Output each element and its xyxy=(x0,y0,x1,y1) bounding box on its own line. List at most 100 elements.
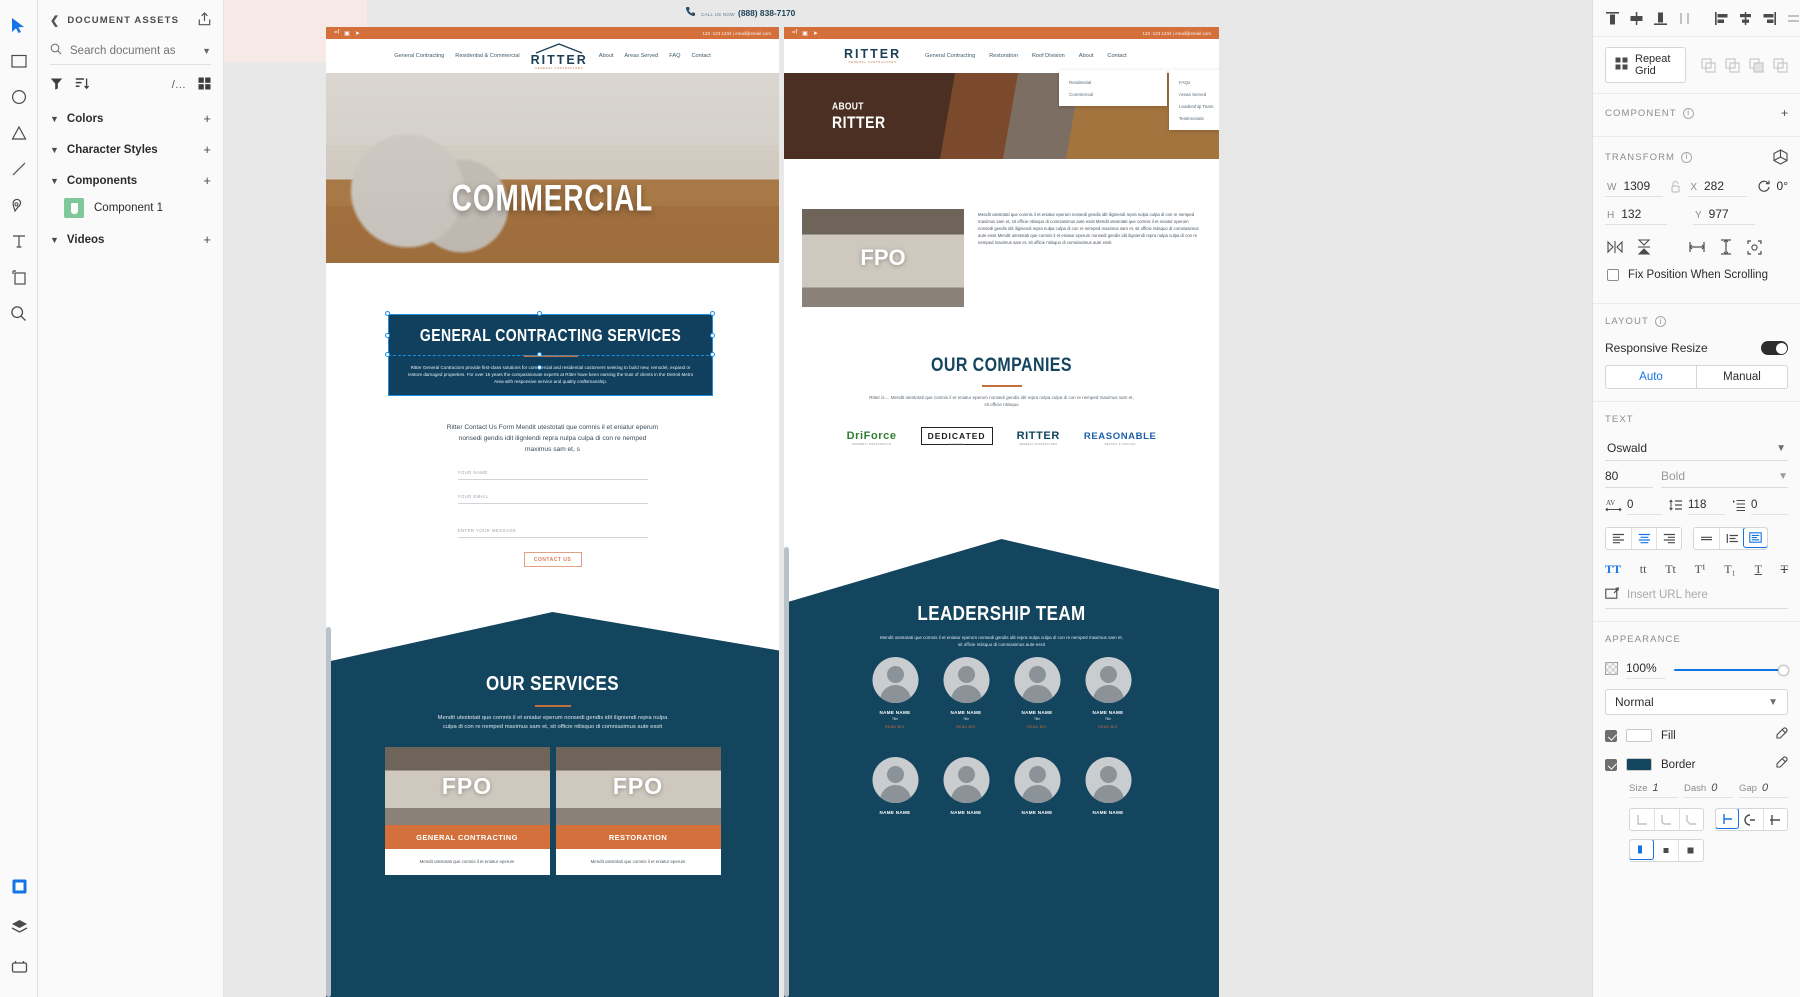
nav-areas-served[interactable]: Areas Served xyxy=(624,53,658,59)
facebook-icon[interactable]: =f xyxy=(792,30,797,36)
nav-residential-commercial[interactable]: Residential & Commercial xyxy=(455,53,519,59)
nav-about[interactable]: About xyxy=(1079,53,1094,59)
team-member[interactable]: NAME NAME xyxy=(931,757,1001,815)
add-component-button[interactable]: + xyxy=(1781,106,1788,120)
twitter-icon[interactable]: ➤ xyxy=(813,30,818,37)
view-mode-label[interactable]: /... xyxy=(172,79,186,91)
dropdown-item-residential[interactable]: Residential xyxy=(1059,76,1167,88)
border-gap-field[interactable]: Gap 0 xyxy=(1739,782,1788,798)
contact-us-button[interactable]: CONTACT US xyxy=(523,551,582,567)
search-input[interactable] xyxy=(70,44,180,57)
selection-handle-bl[interactable] xyxy=(385,352,390,357)
flip-horizontal-icon[interactable] xyxy=(1607,240,1623,254)
select-tool[interactable] xyxy=(4,10,34,40)
site1-logo[interactable]: RITTER GENERAL CONTRACTORS xyxy=(531,42,588,70)
underline-icon[interactable]: T xyxy=(1755,562,1762,577)
opacity-value[interactable]: 100% xyxy=(1626,661,1666,679)
nav-contact[interactable]: Contact xyxy=(1107,53,1126,59)
dropdown-item-faqs[interactable]: FAQs xyxy=(1169,76,1219,88)
field-your-name[interactable]: YOUR NAME xyxy=(457,456,648,480)
company-logo-driforce[interactable]: DriForce PROPERTY RESTORATION xyxy=(847,428,897,446)
text-tool[interactable] xyxy=(4,226,34,256)
nav-about[interactable]: About xyxy=(599,53,614,59)
auto-height-icon[interactable] xyxy=(1743,528,1767,548)
align-text-right-icon[interactable] xyxy=(1656,528,1681,549)
filter-icon[interactable] xyxy=(50,77,63,93)
bevel-join-icon[interactable] xyxy=(1678,809,1703,830)
blend-mode-select[interactable]: Normal ▼ xyxy=(1605,689,1788,715)
responsive-resize-toggle[interactable] xyxy=(1761,341,1788,355)
fill-checkbox[interactable] xyxy=(1605,729,1617,742)
grid-view-icon[interactable] xyxy=(198,77,211,93)
selection-handle-br[interactable] xyxy=(710,352,715,357)
artboard-1[interactable]: =f ▣ ➤ 123 -123 1234 | email@email.com G… xyxy=(326,27,779,997)
auto-width-icon[interactable] xyxy=(1719,528,1744,549)
border-dash-field[interactable]: Dash 0 xyxy=(1684,782,1733,798)
width-field[interactable]: W 1309 xyxy=(1605,175,1664,197)
add-character-style-button[interactable]: + xyxy=(203,143,211,156)
share-icon[interactable] xyxy=(198,12,211,29)
chevron-left-icon[interactable]: ❮ xyxy=(50,14,60,27)
selection-handle-ml[interactable] xyxy=(385,333,390,338)
facebook-icon[interactable]: =f xyxy=(334,30,339,36)
opacity-slider[interactable] xyxy=(1674,664,1789,676)
lowercase-icon[interactable]: tt xyxy=(1640,562,1647,577)
line-tool[interactable] xyxy=(4,154,34,184)
service-card[interactable]: FPO GENERAL CONTRACTING Mendit utestotat… xyxy=(384,747,550,876)
artboard-1-scrollbar[interactable] xyxy=(326,627,331,997)
align-text-center-icon[interactable] xyxy=(1631,528,1656,549)
team-member[interactable]: NAME NAME Title READ BIO xyxy=(860,657,930,729)
team-member[interactable]: NAME NAME xyxy=(1073,757,1143,815)
team-member[interactable]: NAME NAME xyxy=(1002,757,1072,815)
distribute-horizontal-icon[interactable] xyxy=(1786,11,1800,26)
border-inside-icon[interactable] xyxy=(1630,840,1654,860)
eyedropper-icon[interactable] xyxy=(1774,756,1788,773)
assets-panel-icon[interactable] xyxy=(4,871,34,901)
font-size-field[interactable]: 80 xyxy=(1605,469,1653,488)
distribute-vertical-icon[interactable] xyxy=(1677,11,1692,26)
butt-cap-icon[interactable] xyxy=(1715,809,1740,829)
align-vertical-center-icon[interactable] xyxy=(1629,11,1644,26)
pen-tool[interactable] xyxy=(4,190,34,220)
nav-restoration[interactable]: Restoration xyxy=(989,53,1018,59)
artboard-2[interactable]: =f ▣ ➤ 123 -123 1234 | email@email.com R… xyxy=(784,27,1219,997)
team-member[interactable]: NAME NAME xyxy=(860,757,930,815)
layout-mode-auto[interactable]: Auto xyxy=(1606,366,1696,388)
round-cap-icon[interactable] xyxy=(1738,809,1762,830)
sort-icon[interactable] xyxy=(75,77,90,93)
3d-transform-icon[interactable] xyxy=(1773,149,1788,165)
twitter-icon[interactable]: ➤ xyxy=(355,30,360,37)
instagram-icon[interactable]: ▣ xyxy=(344,30,350,37)
miter-join-icon[interactable] xyxy=(1630,809,1654,830)
resize-height-icon[interactable] xyxy=(1719,239,1733,255)
site2-logo[interactable]: RITTER GENERAL CONTRACTORS xyxy=(844,48,901,65)
artboard-tool[interactable] xyxy=(4,262,34,292)
team-member[interactable]: NAME NAME Title READ BIO xyxy=(1073,657,1143,729)
fixed-height-icon[interactable] xyxy=(1694,528,1719,549)
assets-section-videos[interactable]: ▼ Videos + xyxy=(38,224,223,255)
company-logo-reasonable[interactable]: REASONABLE HEATING & COOLING xyxy=(1084,428,1157,446)
link-url-input[interactable]: Insert URL here xyxy=(1627,589,1708,601)
nav-dropdown-about[interactable]: FAQs Areas Served Leadership Team Testim… xyxy=(1169,70,1219,130)
dropdown-item-leadership-team[interactable]: Leadership Team xyxy=(1169,100,1219,112)
boolean-exclude-icon[interactable] xyxy=(1773,57,1788,73)
align-horizontal-center-icon[interactable] xyxy=(1738,11,1753,26)
nav-faq[interactable]: FAQ xyxy=(669,53,680,59)
zoom-tool[interactable] xyxy=(4,298,34,328)
nav-contact[interactable]: Contact xyxy=(692,53,711,59)
nav-dropdown-general-contracting[interactable]: Residential Commercial xyxy=(1059,70,1167,106)
align-bottom-icon[interactable] xyxy=(1653,11,1668,26)
boolean-intersect-icon[interactable] xyxy=(1749,57,1764,73)
eyedropper-icon[interactable] xyxy=(1774,727,1788,744)
info-icon[interactable]: i xyxy=(1654,316,1666,327)
round-join-icon[interactable] xyxy=(1654,809,1678,830)
selection-handle-tc[interactable] xyxy=(537,311,542,316)
y-field[interactable]: Y 977 xyxy=(1693,203,1755,225)
add-component-button[interactable]: + xyxy=(203,174,211,187)
company-logo-dedicated[interactable]: DEDICATED FLOORING xyxy=(920,426,993,446)
dropdown-item-testimonials[interactable]: Testimonials xyxy=(1169,112,1219,124)
border-outside-icon[interactable] xyxy=(1678,840,1703,861)
align-left-icon[interactable] xyxy=(1714,11,1729,26)
resize-width-icon[interactable] xyxy=(1689,240,1705,254)
read-bio-link[interactable]: READ BIO xyxy=(860,725,930,729)
